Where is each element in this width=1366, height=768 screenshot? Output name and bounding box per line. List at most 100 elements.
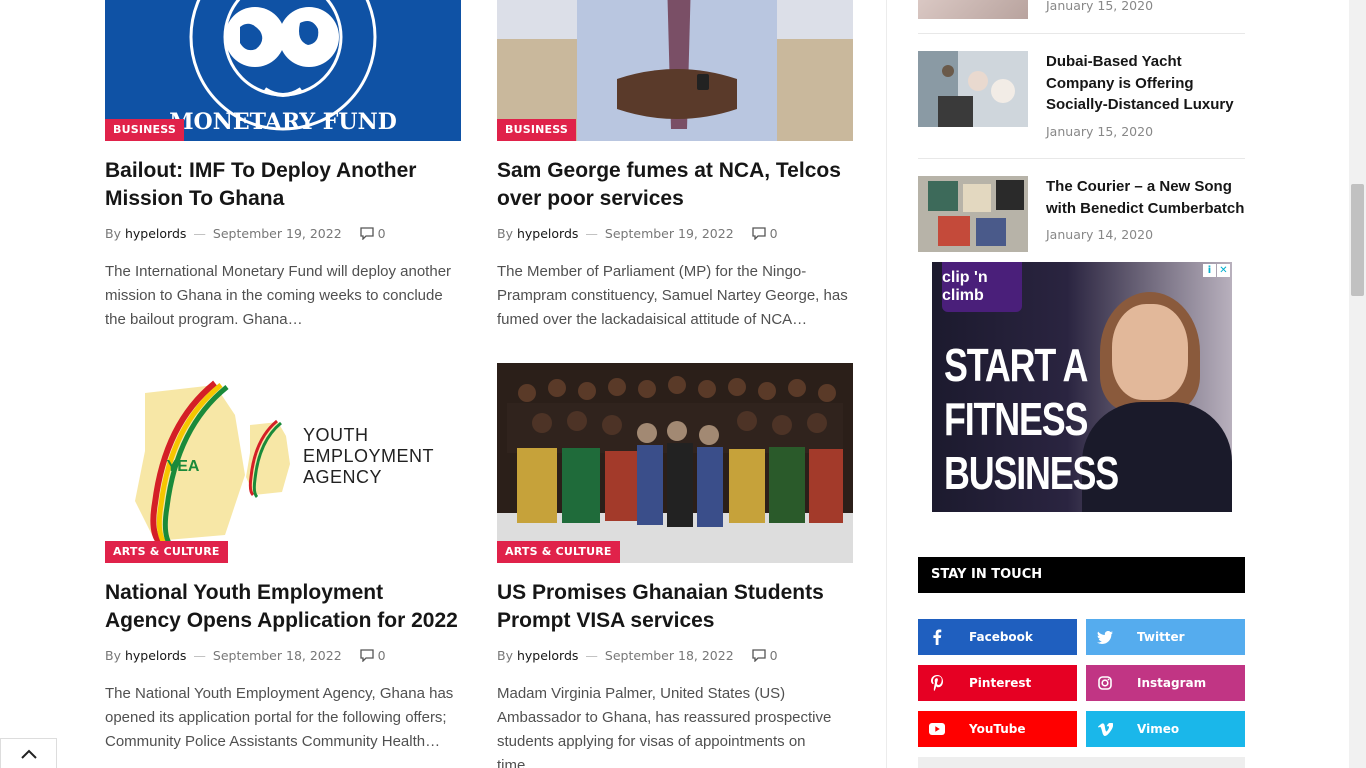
scrollbar-thumb[interactable]: [1351, 184, 1364, 296]
post-title[interactable]: Bailout: IMF To Deploy Another Mission T…: [105, 157, 461, 213]
meta-separator: —: [193, 647, 206, 663]
post-meta: By hypelords — September 18, 2022 0: [105, 646, 461, 664]
sidebar-post: The Courier – a New Song with Benedict C…: [918, 176, 1245, 252]
comment-icon: [752, 648, 766, 662]
stay-in-touch-heading: STAY IN TOUCH: [918, 557, 1245, 593]
svg-text:MONETARY FUND: MONETARY FUND: [169, 109, 397, 135]
comments-count: 0: [377, 647, 386, 663]
photo-records: [918, 176, 1028, 252]
by-label: By: [497, 647, 513, 663]
post-date: September 19, 2022: [212, 225, 342, 241]
author-link[interactable]: hypelords: [517, 226, 578, 241]
social-label: YouTube: [969, 722, 1026, 736]
ad-close-icon[interactable]: ✕: [1217, 264, 1230, 277]
post-card: ARTS & CULTURE US Promises Ghanaian Stud…: [497, 363, 853, 768]
post-excerpt: Madam Virginia Palmer, United States (US…: [497, 685, 832, 768]
category-badge[interactable]: ARTS & CULTURE: [105, 541, 228, 563]
comments-count: 0: [377, 225, 386, 241]
yea-logo-text: YOUTH EMPLOYMENT AGENCY: [303, 425, 435, 487]
ad-brand-logo: clip 'n climb: [942, 262, 1022, 312]
instagram-button[interactable]: Instagram: [1086, 665, 1245, 701]
author-link[interactable]: hypelords: [125, 648, 186, 663]
comment-icon: [360, 648, 374, 662]
sidebar-divider: [886, 0, 887, 768]
post-meta: By hypelords — September 18, 2022 0: [497, 646, 853, 664]
meta-separator: —: [193, 225, 206, 241]
sidebar-post-title[interactable]: Dubai-Based Yacht Company is Offering So…: [1046, 51, 1245, 116]
pinterest-button[interactable]: Pinterest: [918, 665, 1077, 701]
social-label: Facebook: [969, 630, 1033, 644]
post-title[interactable]: US Promises Ghanaian Students Prompt VIS…: [497, 579, 853, 635]
facebook-icon: [918, 629, 956, 645]
sidebar-separator: [918, 158, 1245, 159]
meta-separator: —: [585, 647, 598, 663]
ad-info-icon[interactable]: i: [1203, 264, 1216, 277]
post-excerpt: The National Youth Employment Agency, Gh…: [105, 685, 454, 750]
post-thumbnail[interactable]: MONETARY FUND BUSINESS: [105, 0, 461, 141]
post-thumbnail[interactable]: YEA YOUTH EMPLOYMENT AGENCY ARTS & CULTU…: [105, 363, 461, 563]
comments-count: 0: [769, 225, 778, 241]
by-label: By: [497, 225, 513, 241]
post-date: September 19, 2022: [604, 225, 734, 241]
sidebar-post-title[interactable]: The Courier – a New Song with Benedict C…: [1046, 176, 1245, 219]
youtube-icon: [918, 723, 956, 735]
author-link[interactable]: hypelords: [517, 648, 578, 663]
sidebar-post: Dubai-Based Yacht Company is Offering So…: [918, 51, 1245, 139]
post-date: September 18, 2022: [212, 647, 342, 663]
photo-group-students: [497, 363, 853, 563]
sidebar-post-thumbnail[interactable]: [918, 176, 1028, 252]
comment-icon: [752, 226, 766, 240]
svg-text:YEA: YEA: [167, 458, 200, 475]
sidebar-post-date: January 15, 2020: [1046, 0, 1154, 13]
post-card: BUSINESS Sam George fumes at NCA, Telcos…: [497, 0, 853, 332]
page-scrollbar[interactable]: [1349, 0, 1366, 768]
post-excerpt: The Member of Parliament (MP) for the Ni…: [497, 263, 848, 328]
post-excerpt: The International Monetary Fund will dep…: [105, 263, 452, 328]
comments-link[interactable]: 0: [360, 226, 386, 241]
sidebar-post-date: January 14, 2020: [1046, 227, 1154, 242]
social-label: Instagram: [1137, 676, 1207, 690]
sidebar-ad[interactable]: clip 'n climb START A FITNESS BUSINESS i…: [932, 262, 1232, 512]
twitter-button[interactable]: Twitter: [1086, 619, 1245, 655]
comments-link[interactable]: 0: [752, 226, 778, 241]
comments-count: 0: [769, 647, 778, 663]
sidebar-post-thumbnail[interactable]: [918, 51, 1028, 127]
ad-choices[interactable]: i ✕: [1203, 264, 1230, 277]
photo-yacht-party: [918, 51, 1028, 127]
post-meta: By hypelords — September 19, 2022 0: [105, 224, 461, 242]
facebook-button[interactable]: Facebook: [918, 619, 1077, 655]
post-thumbnail[interactable]: ARTS & CULTURE: [497, 363, 853, 563]
comment-icon: [360, 226, 374, 240]
twitter-icon: [1086, 630, 1124, 644]
post-thumbnail[interactable]: BUSINESS: [497, 0, 853, 141]
comments-link[interactable]: 0: [752, 648, 778, 663]
sidebar-ad-bottom[interactable]: [918, 757, 1245, 768]
comments-link[interactable]: 0: [360, 648, 386, 663]
vimeo-icon: [1086, 722, 1124, 736]
category-badge[interactable]: BUSINESS: [105, 119, 185, 141]
sidebar-separator: [918, 33, 1245, 34]
sidebar-post: January 15, 2020: [918, 0, 1245, 19]
category-badge[interactable]: BUSINESS: [497, 119, 577, 141]
chevron-up-icon: [20, 749, 37, 759]
ad-headline: START A FITNESS BUSINESS: [944, 339, 1119, 499]
back-to-top-button[interactable]: [0, 738, 57, 768]
post-date: September 18, 2022: [604, 647, 734, 663]
sidebar-post-date: January 15, 2020: [1046, 123, 1154, 139]
post-card: MONETARY FUND BUSINESS Bailout: IMF To D…: [105, 0, 461, 332]
vimeo-button[interactable]: Vimeo: [1086, 711, 1245, 747]
post-meta: By hypelords — September 19, 2022 0: [497, 224, 853, 242]
sidebar-post-thumbnail[interactable]: [918, 0, 1028, 19]
social-label: Vimeo: [1137, 722, 1180, 736]
social-label: Pinterest: [969, 676, 1032, 690]
post-title[interactable]: Sam George fumes at NCA, Telcos over poo…: [497, 157, 853, 213]
youtube-button[interactable]: YouTube: [918, 711, 1077, 747]
social-label: Twitter: [1137, 630, 1185, 644]
instagram-icon: [1086, 676, 1124, 690]
author-link[interactable]: hypelords: [125, 226, 186, 241]
meta-separator: —: [585, 225, 598, 241]
post-card: YEA YOUTH EMPLOYMENT AGENCY ARTS & CULTU…: [105, 363, 461, 754]
post-title[interactable]: National Youth Employment Agency Opens A…: [105, 579, 461, 635]
category-badge[interactable]: ARTS & CULTURE: [497, 541, 620, 563]
by-label: By: [105, 647, 121, 663]
